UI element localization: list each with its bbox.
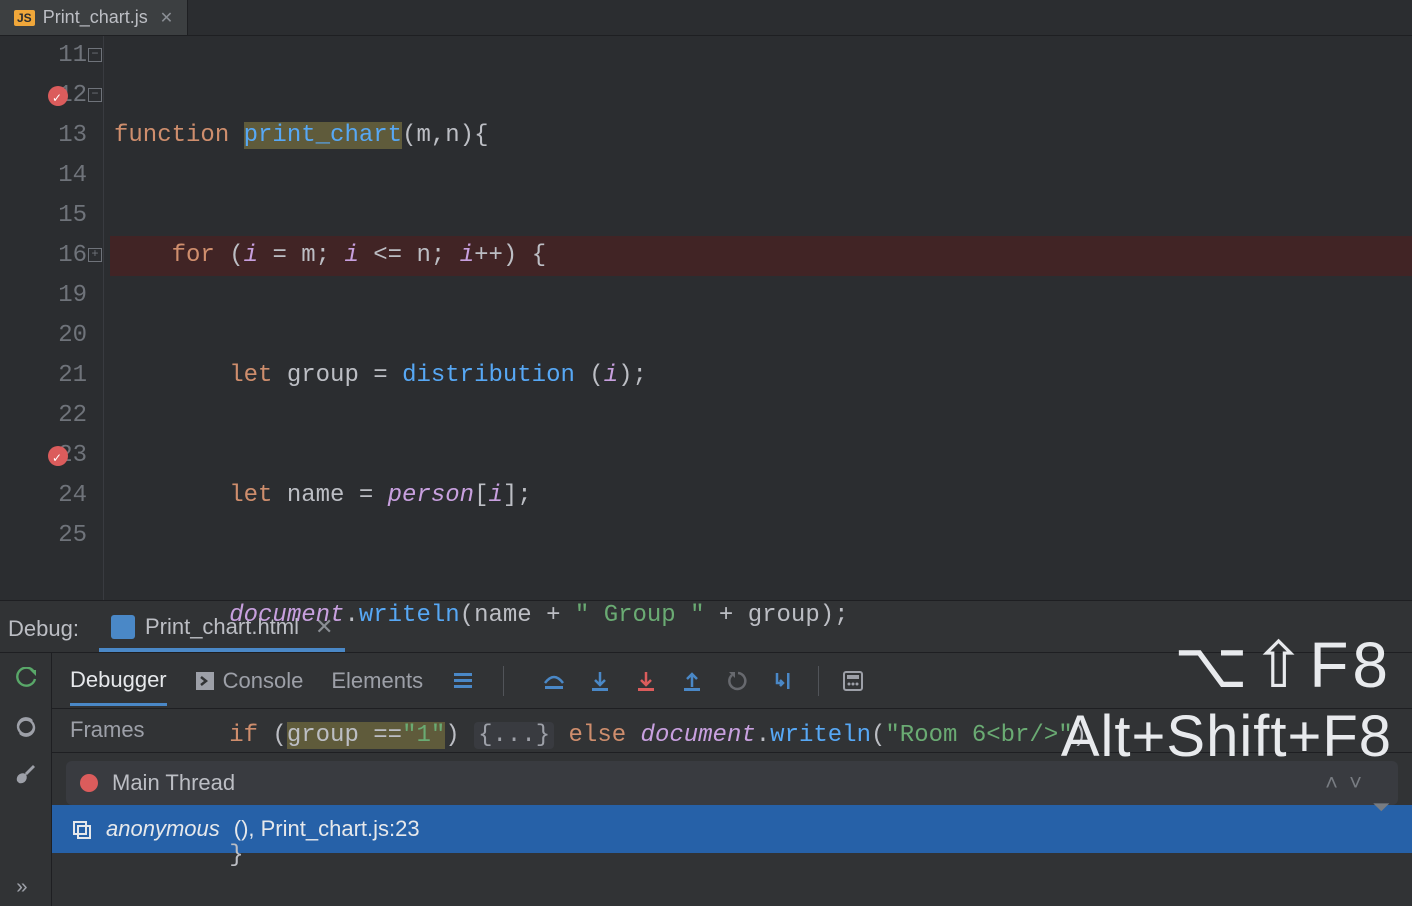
code-line[interactable]: for (i = m; i <= n; i++) { [110, 236, 1412, 276]
editor-tabbar: JS Print_chart.js ✕ [0, 0, 1412, 36]
breakpoint-icon[interactable] [48, 86, 68, 106]
gutter[interactable]: 11− 12− 13 14 15 16+ 19 20 21 22 23 24 2… [0, 36, 104, 600]
chevron-up-icon[interactable]: ˄ [1325, 770, 1338, 796]
reload-icon[interactable] [14, 715, 38, 739]
code-editor[interactable]: 11− 12− 13 14 15 16+ 19 20 21 22 23 24 2… [0, 36, 1412, 600]
breakpoint-icon[interactable] [48, 446, 68, 466]
more-icon[interactable]: » [16, 877, 28, 900]
debug-sidebar [0, 653, 52, 906]
rerun-icon[interactable] [14, 667, 38, 691]
close-icon[interactable]: ✕ [160, 8, 173, 28]
code-line[interactable]: document.writeln(name + " Group " + grou… [110, 596, 1412, 636]
editor-tab[interactable]: JS Print_chart.js ✕ [0, 0, 188, 35]
fold-icon[interactable]: − [88, 48, 102, 62]
fold-expand-icon[interactable]: + [88, 248, 102, 262]
code-line[interactable]: let group = distribution (i); [110, 356, 1412, 396]
code-line[interactable]: let name = person[i]; [110, 476, 1412, 516]
stack-frame-icon [72, 819, 92, 839]
thread-selector[interactable]: Main Thread ˄ ˅ [66, 761, 1398, 805]
drop-frame-icon[interactable] [726, 669, 750, 693]
fold-icon[interactable]: − [88, 88, 102, 102]
code-area[interactable]: function print_chart(m,n){ for (i = m; i… [104, 36, 1412, 600]
code-line[interactable]: } [110, 836, 1412, 876]
filter-icon[interactable]: ⏷ [1372, 796, 1390, 821]
settings-icon[interactable] [14, 763, 38, 787]
debug-title: Debug: [8, 616, 79, 652]
html-file-icon [111, 615, 135, 639]
chevron-down-icon[interactable]: ˅ [1349, 770, 1362, 796]
tab-filename: Print_chart.js [43, 7, 148, 28]
thread-name: Main Thread [112, 770, 235, 796]
js-file-icon: JS [14, 10, 35, 26]
code-line[interactable]: function print_chart(m,n){ [110, 116, 1412, 156]
code-line[interactable]: if (group =="1") {...} else document.wri… [110, 716, 1412, 756]
suspended-icon [80, 774, 98, 792]
folded-region[interactable]: {...} [474, 722, 554, 749]
